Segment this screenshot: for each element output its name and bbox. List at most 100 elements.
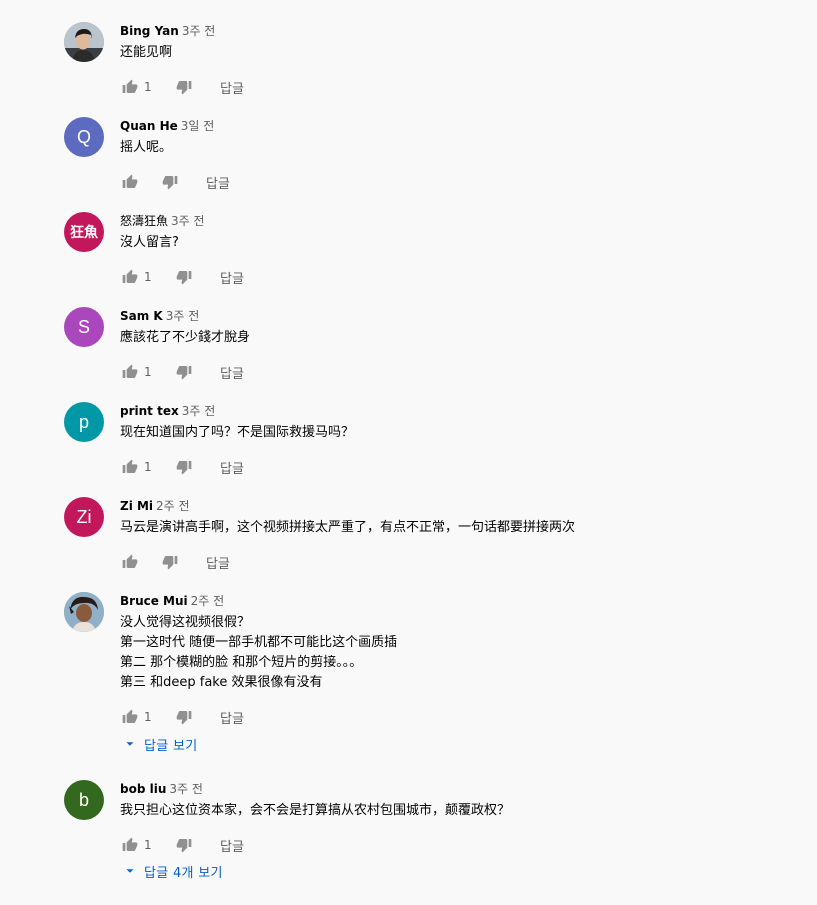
- reply-button[interactable]: 답글: [206, 173, 230, 192]
- comment-line: 應該花了不少錢才脫身: [120, 330, 251, 345]
- comment-line: 第三 和deep fake 效果很像有没有: [120, 675, 323, 690]
- avatar[interactable]: Q: [64, 117, 104, 157]
- avatar-letter: S: [77, 316, 90, 337]
- comment-header: Bing Yan 3주 전: [120, 22, 797, 40]
- view-replies-label: 답글 4개 보기: [144, 865, 223, 881]
- thumb-down-icon[interactable]: [174, 267, 194, 287]
- thumb-down-icon[interactable]: [174, 457, 194, 477]
- comment-actions: 1 답글: [120, 265, 797, 289]
- reply-button[interactable]: 답글: [220, 836, 244, 855]
- author-name[interactable]: Bing Yan: [120, 24, 179, 38]
- comment-time[interactable]: 3일 전: [181, 119, 215, 133]
- avatar[interactable]: Zi: [64, 497, 104, 537]
- avatar[interactable]: S: [64, 307, 104, 347]
- comment-line: 我只担心这位资本家，会不会是打算搞从农村包围城市，颠覆政权？: [120, 803, 511, 818]
- reply-button[interactable]: 답글: [220, 78, 244, 97]
- thumb-down-icon[interactable]: [174, 707, 194, 727]
- comment-actions: 1 답글: [120, 705, 797, 729]
- thumb-down-icon[interactable]: [160, 552, 180, 572]
- comment-time[interactable]: 3주 전: [171, 214, 205, 228]
- avatar[interactable]: p: [64, 402, 104, 442]
- avatar[interactable]: b: [64, 780, 104, 820]
- thumb-up-icon[interactable]: [120, 267, 140, 287]
- reply-button[interactable]: 답글: [220, 458, 244, 477]
- user-photo-icon: [64, 592, 104, 632]
- comment-header: bob liu 3주 전: [120, 780, 797, 798]
- comment-line: 第一这时代 随便一部手机都不可能比这个画质插: [120, 635, 398, 650]
- thumb-up-icon[interactable]: [120, 552, 140, 572]
- reply-button[interactable]: 답글: [220, 363, 244, 382]
- like-count: 1: [144, 460, 152, 474]
- avatar[interactable]: [64, 22, 104, 62]
- author-name[interactable]: bob liu: [120, 782, 166, 796]
- comment-actions: 1 답글: [120, 833, 797, 857]
- comment-header: Quan He 3일 전: [120, 117, 797, 135]
- comment-time[interactable]: 2주 전: [191, 594, 225, 608]
- author-name[interactable]: print tex: [120, 404, 179, 418]
- avatar-letter: Q: [76, 126, 91, 147]
- comment-text: 没人觉得这视频很假？ 第一这时代 随便一部手机都不可能比这个画质插 第二 那个模…: [120, 613, 797, 693]
- comment-time[interactable]: 3주 전: [169, 782, 203, 796]
- comment-line: 马云是演讲高手啊，这个视频拼接太严重了，有点不正常，一句话都要拼接两次: [120, 520, 576, 535]
- thumb-up-icon[interactable]: [120, 77, 140, 97]
- reply-button[interactable]: 답글: [220, 708, 244, 727]
- comment-line: 沒人留言?: [120, 235, 179, 250]
- thumb-up-icon[interactable]: [120, 707, 140, 727]
- comment-list: Bing Yan 3주 전 还能见啊 1 답글 Q Quan He 3일 전 摇人呢…: [0, 0, 817, 905]
- comment-line: 没人觉得这视频很假？: [120, 615, 251, 630]
- reply-button[interactable]: 답글: [220, 268, 244, 287]
- author-name[interactable]: 怒濤狂魚: [120, 214, 168, 228]
- comment-text: 现在知道国内了吗？不是国际救援马吗？: [120, 423, 797, 443]
- caret-down-icon: [120, 861, 140, 881]
- comment-actions: 답글: [120, 550, 797, 574]
- comment-time[interactable]: 2주 전: [156, 499, 190, 513]
- reply-button[interactable]: 답글: [206, 553, 230, 572]
- comment-actions: 1 답글: [120, 75, 797, 99]
- author-name[interactable]: Quan He: [120, 119, 178, 133]
- caret-down-icon: [120, 734, 140, 754]
- comment-text: 應該花了不少錢才脫身: [120, 328, 797, 348]
- thumb-down-icon[interactable]: [174, 77, 194, 97]
- like-count: 1: [144, 710, 152, 724]
- comment-line: 还能见啊: [120, 45, 173, 60]
- thumb-up-icon[interactable]: [120, 457, 140, 477]
- thumb-down-icon[interactable]: [174, 835, 194, 855]
- thumb-up-icon[interactable]: [120, 172, 140, 192]
- thumb-up-icon[interactable]: [120, 362, 140, 382]
- author-name[interactable]: Sam K: [120, 309, 163, 323]
- comment-actions: 답글: [120, 170, 797, 194]
- view-replies-label: 답글 보기: [144, 738, 198, 754]
- comment-text: 摇人呢。: [120, 138, 797, 158]
- view-replies-button[interactable]: 답글 보기: [120, 734, 197, 754]
- like-count: 1: [144, 838, 152, 852]
- comment-time[interactable]: 3주 전: [182, 404, 216, 418]
- comment-text: 还能见啊: [120, 43, 797, 63]
- avatar[interactable]: 狂魚: [64, 212, 104, 252]
- comment-line: 现在知道国内了吗？不是国际救援马吗？: [120, 425, 355, 440]
- comment-text: 我只担心这位资本家，会不会是打算搞从农村包围城市，颠覆政权？: [120, 801, 797, 821]
- comment-time[interactable]: 3주 전: [182, 24, 216, 38]
- comment-header: Bruce Mui 2주 전: [120, 592, 797, 610]
- author-name[interactable]: Zi Mi: [120, 499, 153, 513]
- comment-header: print tex 3주 전: [120, 402, 797, 420]
- comment-time[interactable]: 3주 전: [166, 309, 200, 323]
- comment-line: 第二 那个模糊的脸 和那个短片的剪接。。。: [120, 655, 363, 670]
- avatar[interactable]: [64, 592, 104, 632]
- comment-actions: 1 답글: [120, 455, 797, 479]
- view-replies-button[interactable]: 답글 4개 보기: [120, 861, 223, 881]
- like-count: 1: [144, 80, 152, 94]
- thumb-down-icon[interactable]: [160, 172, 180, 192]
- avatar-letter: b: [78, 789, 89, 810]
- like-count: 1: [144, 270, 152, 284]
- comment-actions: 1 답글: [120, 360, 797, 384]
- comment-header: Sam K 3주 전: [120, 307, 797, 325]
- comment-text: 沒人留言?: [120, 233, 797, 253]
- avatar-letter: p: [78, 411, 89, 432]
- comment-text: 马云是演讲高手啊，这个视频拼接太严重了，有点不正常，一句话都要拼接两次: [120, 518, 797, 538]
- comment-header: 怒濤狂魚 3주 전: [120, 212, 797, 230]
- comment-header: Zi Mi 2주 전: [120, 497, 797, 515]
- author-name[interactable]: Bruce Mui: [120, 594, 188, 608]
- like-count: 1: [144, 365, 152, 379]
- thumb-up-icon[interactable]: [120, 835, 140, 855]
- thumb-down-icon[interactable]: [174, 362, 194, 382]
